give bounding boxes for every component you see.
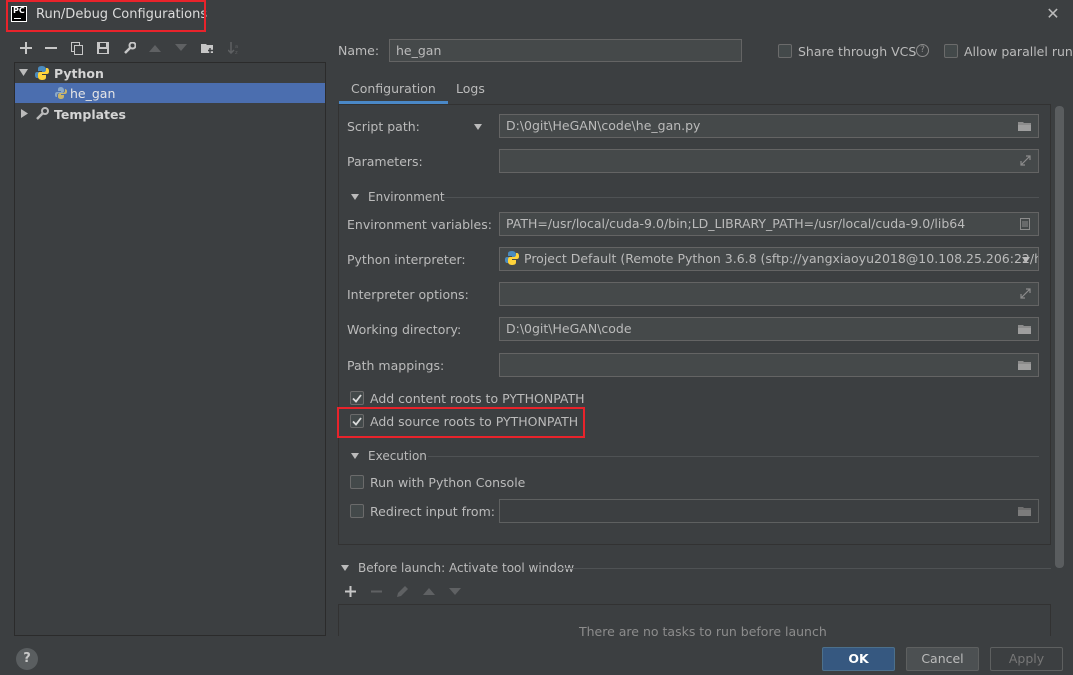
move-task-down-icon[interactable] [449, 588, 461, 595]
help-icon[interactable]: ? [916, 44, 929, 57]
expand-icon[interactable] [1020, 288, 1031, 299]
move-down-icon[interactable] [172, 39, 190, 57]
before-launch-title: Before launch: Activate tool window [358, 561, 575, 575]
interpreter-select[interactable]: Project Default (Remote Python 3.6.8 (sf… [499, 247, 1039, 271]
script-path-label: Script path: [347, 119, 420, 134]
add-source-roots-checkbox[interactable] [350, 414, 364, 428]
tree-label-he-gan: he_gan [70, 85, 116, 101]
config-tree: Python he_gan Templates [14, 62, 326, 636]
edit-task-icon[interactable] [396, 585, 409, 598]
run-console-checkbox[interactable] [350, 475, 364, 489]
remove-task-icon[interactable] [371, 586, 382, 597]
remote-python-icon [505, 251, 519, 265]
before-launch-task-list: There are no tasks to run before launch [338, 604, 1051, 636]
add-icon[interactable] [17, 39, 35, 57]
wrench-icon [36, 107, 49, 120]
working-dir-input[interactable]: D:\0git\HeGAN\code [499, 317, 1039, 341]
tab-configuration[interactable]: Configuration [339, 78, 448, 104]
working-dir-label: Working directory: [347, 322, 462, 337]
script-type-dropdown-icon[interactable] [474, 124, 482, 130]
redirect-input-label: Redirect input from: [370, 504, 495, 519]
name-label-text: Name: [338, 43, 380, 58]
path-mappings-input[interactable] [499, 353, 1039, 377]
folder-icon[interactable] [1018, 506, 1032, 517]
collapse-arrow-icon[interactable] [20, 109, 30, 119]
before-launch-collapse-icon[interactable] [341, 565, 349, 571]
path-mappings-label: Path mappings: [347, 358, 445, 373]
wrench-icon[interactable] [120, 39, 138, 57]
copy-icon[interactable] [68, 39, 86, 57]
share-vcs-label: Share through VCS [798, 44, 917, 59]
new-folder-icon[interactable] [199, 39, 217, 57]
add-task-icon[interactable] [345, 586, 356, 597]
allow-parallel-label: Allow parallel run [964, 44, 1073, 59]
tree-label-templates: Templates [54, 106, 126, 122]
share-vcs-checkbox[interactable] [778, 44, 792, 58]
svg-text:z: z [235, 50, 238, 54]
execution-collapse-icon[interactable] [351, 453, 359, 459]
python-file-icon [55, 87, 67, 99]
tab-logs[interactable]: Logs [444, 78, 497, 104]
parameters-input[interactable] [499, 149, 1039, 173]
allow-parallel-checkbox[interactable] [944, 44, 958, 58]
sort-icon[interactable]: az [225, 39, 243, 57]
add-content-roots-label: Add content roots to PYTHONPATH [370, 391, 585, 406]
env-vars-input[interactable]: PATH=/usr/local/cuda-9.0/bin;LD_LIBRARY_… [499, 212, 1039, 236]
expand-arrow-icon[interactable] [19, 68, 29, 78]
folder-icon[interactable] [1018, 121, 1032, 132]
save-icon[interactable] [94, 39, 112, 57]
help-button[interactable]: ? [16, 648, 38, 670]
before-launch-divider [556, 568, 1051, 569]
document-icon[interactable] [1020, 218, 1030, 230]
interpreter-dropdown-icon[interactable] [1022, 257, 1030, 263]
python-icon [35, 66, 49, 80]
tree-label-python: Python [54, 65, 104, 81]
execution-divider [428, 456, 1039, 457]
script-path-input[interactable]: D:\0git\HeGAN\code\he_gan.py [499, 114, 1039, 138]
parameters-label: Parameters: [347, 154, 423, 169]
close-icon[interactable]: ✕ [1044, 5, 1062, 23]
expand-icon[interactable] [1020, 155, 1031, 166]
interp-options-input[interactable] [499, 282, 1039, 306]
checkmark-icon [352, 416, 362, 426]
scrollbar[interactable] [1055, 106, 1064, 568]
execution-section-title: Execution [368, 449, 427, 463]
redirect-input-checkbox[interactable] [350, 504, 364, 518]
move-up-icon[interactable] [146, 39, 164, 57]
redirect-input-field[interactable] [499, 499, 1039, 523]
environment-collapse-icon[interactable] [351, 194, 359, 200]
tree-item-python[interactable]: Python [15, 63, 325, 83]
ok-button[interactable]: OK [822, 647, 895, 671]
tree-item-he-gan[interactable]: he_gan [15, 83, 325, 103]
environment-section-title: Environment [368, 190, 445, 204]
checkmark-icon [352, 393, 362, 403]
add-content-roots-checkbox[interactable] [350, 391, 364, 405]
run-console-label: Run with Python Console [370, 475, 526, 490]
add-source-roots-label: Add source roots to PYTHONPATH [370, 414, 579, 429]
name-label: Name: [338, 43, 379, 58]
title-highlight-box [6, 0, 206, 32]
interpreter-label: Python interpreter: [347, 252, 466, 267]
folder-icon[interactable] [1018, 324, 1032, 335]
no-tasks-text: There are no tasks to run before launch [579, 624, 827, 636]
name-input[interactable]: he_gan [389, 39, 742, 62]
cancel-button[interactable]: Cancel [906, 647, 979, 671]
interp-options-label: Interpreter options: [347, 287, 469, 302]
env-vars-label: Environment variables: [347, 217, 492, 232]
tree-item-templates[interactable]: Templates [15, 104, 325, 124]
environment-divider [443, 197, 1039, 198]
move-task-up-icon[interactable] [423, 588, 435, 595]
folder-icon[interactable] [1018, 360, 1032, 371]
remove-icon[interactable] [42, 39, 60, 57]
apply-button[interactable]: Apply [990, 647, 1063, 671]
